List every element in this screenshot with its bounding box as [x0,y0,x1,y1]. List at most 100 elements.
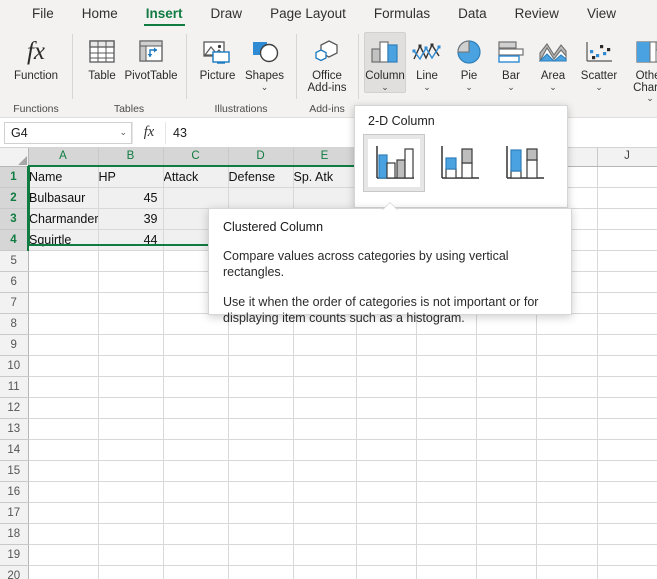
cell-g20[interactable] [416,565,477,579]
cell-i17[interactable] [536,502,598,524]
tab-review[interactable]: Review [501,0,573,28]
scatter-chevron-down-icon[interactable]: ⌄ [595,83,603,92]
cell-h18[interactable] [476,523,537,545]
cell-i19[interactable] [536,544,598,566]
cell-b20[interactable] [98,565,164,579]
cell-b7[interactable] [98,292,164,314]
line-chart-button[interactable]: Line ⌄ [406,32,448,93]
cell-a18[interactable] [28,523,99,545]
cell-a1[interactable]: Name [28,166,99,188]
cell-j4[interactable] [597,229,657,251]
cell-e16[interactable] [293,481,357,503]
function-button[interactable]: fx Function [8,32,64,84]
row-header-12[interactable]: 12 [0,397,29,419]
cell-d12[interactable] [228,397,294,419]
cell-j9[interactable] [597,334,657,356]
row-header-5[interactable]: 5 [0,250,29,272]
cell-h17[interactable] [476,502,537,524]
cell-f18[interactable] [356,523,417,545]
cell-b1[interactable]: HP [98,166,164,188]
cell-d16[interactable] [228,481,294,503]
cell-j19[interactable] [597,544,657,566]
cell-g15[interactable] [416,460,477,482]
tab-page-layout[interactable]: Page Layout [256,0,360,28]
cell-h20[interactable] [476,565,537,579]
cell-d18[interactable] [228,523,294,545]
row-header-20[interactable]: 20 [0,565,29,579]
cell-b6[interactable] [98,271,164,293]
select-all-corner[interactable] [0,148,29,167]
cell-a12[interactable] [28,397,99,419]
cell-c12[interactable] [163,397,229,419]
cell-j18[interactable] [597,523,657,545]
name-box[interactable]: G4 ⌄ [4,121,132,144]
pie-chevron-down-icon[interactable]: ⌄ [465,83,473,92]
cell-g12[interactable] [416,397,477,419]
cell-e10[interactable] [293,355,357,377]
cell-b4[interactable]: 44 [98,229,164,251]
cell-i10[interactable] [536,355,598,377]
gallery-item-stacked-column[interactable] [428,134,490,192]
cell-a3[interactable]: Charmander [28,208,99,230]
cell-a4[interactable]: Squirtle [28,229,99,251]
cell-d2[interactable] [228,187,294,209]
row-header-6[interactable]: 6 [0,271,29,293]
cell-b18[interactable] [98,523,164,545]
cell-a2[interactable]: Bulbasaur [28,187,99,209]
cell-c8[interactable] [163,313,229,335]
cell-a16[interactable] [28,481,99,503]
office-addins-button[interactable]: Office Add-ins [300,32,354,95]
cell-i16[interactable] [536,481,598,503]
shapes-button[interactable]: Shapes ⌄ [241,32,288,93]
row-header-16[interactable]: 16 [0,481,29,503]
cell-d9[interactable] [228,334,294,356]
cell-f15[interactable] [356,460,417,482]
cell-a17[interactable] [28,502,99,524]
cell-i9[interactable] [536,334,598,356]
row-header-19[interactable]: 19 [0,544,29,566]
cell-i14[interactable] [536,439,598,461]
cell-h12[interactable] [476,397,537,419]
cell-a20[interactable] [28,565,99,579]
cell-d10[interactable] [228,355,294,377]
cell-g9[interactable] [416,334,477,356]
cell-c18[interactable] [163,523,229,545]
column-chevron-down-icon[interactable]: ⌄ [381,83,389,92]
cell-d20[interactable] [228,565,294,579]
cell-j10[interactable] [597,355,657,377]
cell-e9[interactable] [293,334,357,356]
cell-f16[interactable] [356,481,417,503]
cell-e1[interactable]: Sp. Atk [293,166,357,188]
cell-f11[interactable] [356,376,417,398]
cell-e12[interactable] [293,397,357,419]
cell-a5[interactable] [28,250,99,272]
cell-i12[interactable] [536,397,598,419]
cell-c14[interactable] [163,439,229,461]
cell-b10[interactable] [98,355,164,377]
cell-d13[interactable] [228,418,294,440]
cell-i20[interactable] [536,565,598,579]
cell-a8[interactable] [28,313,99,335]
cell-j14[interactable] [597,439,657,461]
gallery-item-clustered-column[interactable] [363,134,425,192]
cell-e17[interactable] [293,502,357,524]
cell-h10[interactable] [476,355,537,377]
cell-j12[interactable] [597,397,657,419]
tab-data[interactable]: Data [444,0,501,28]
row-header-7[interactable]: 7 [0,292,29,314]
cell-a13[interactable] [28,418,99,440]
cell-d14[interactable] [228,439,294,461]
cell-h13[interactable] [476,418,537,440]
cell-a9[interactable] [28,334,99,356]
cell-b12[interactable] [98,397,164,419]
cell-c11[interactable] [163,376,229,398]
area-chevron-down-icon[interactable]: ⌄ [549,83,557,92]
scatter-chart-button[interactable]: Scatter ⌄ [574,32,624,93]
cell-b19[interactable] [98,544,164,566]
cell-g17[interactable] [416,502,477,524]
cell-h14[interactable] [476,439,537,461]
column-header-j[interactable]: J [597,148,657,167]
row-header-9[interactable]: 9 [0,334,29,356]
cell-j5[interactable] [597,250,657,272]
cell-h11[interactable] [476,376,537,398]
